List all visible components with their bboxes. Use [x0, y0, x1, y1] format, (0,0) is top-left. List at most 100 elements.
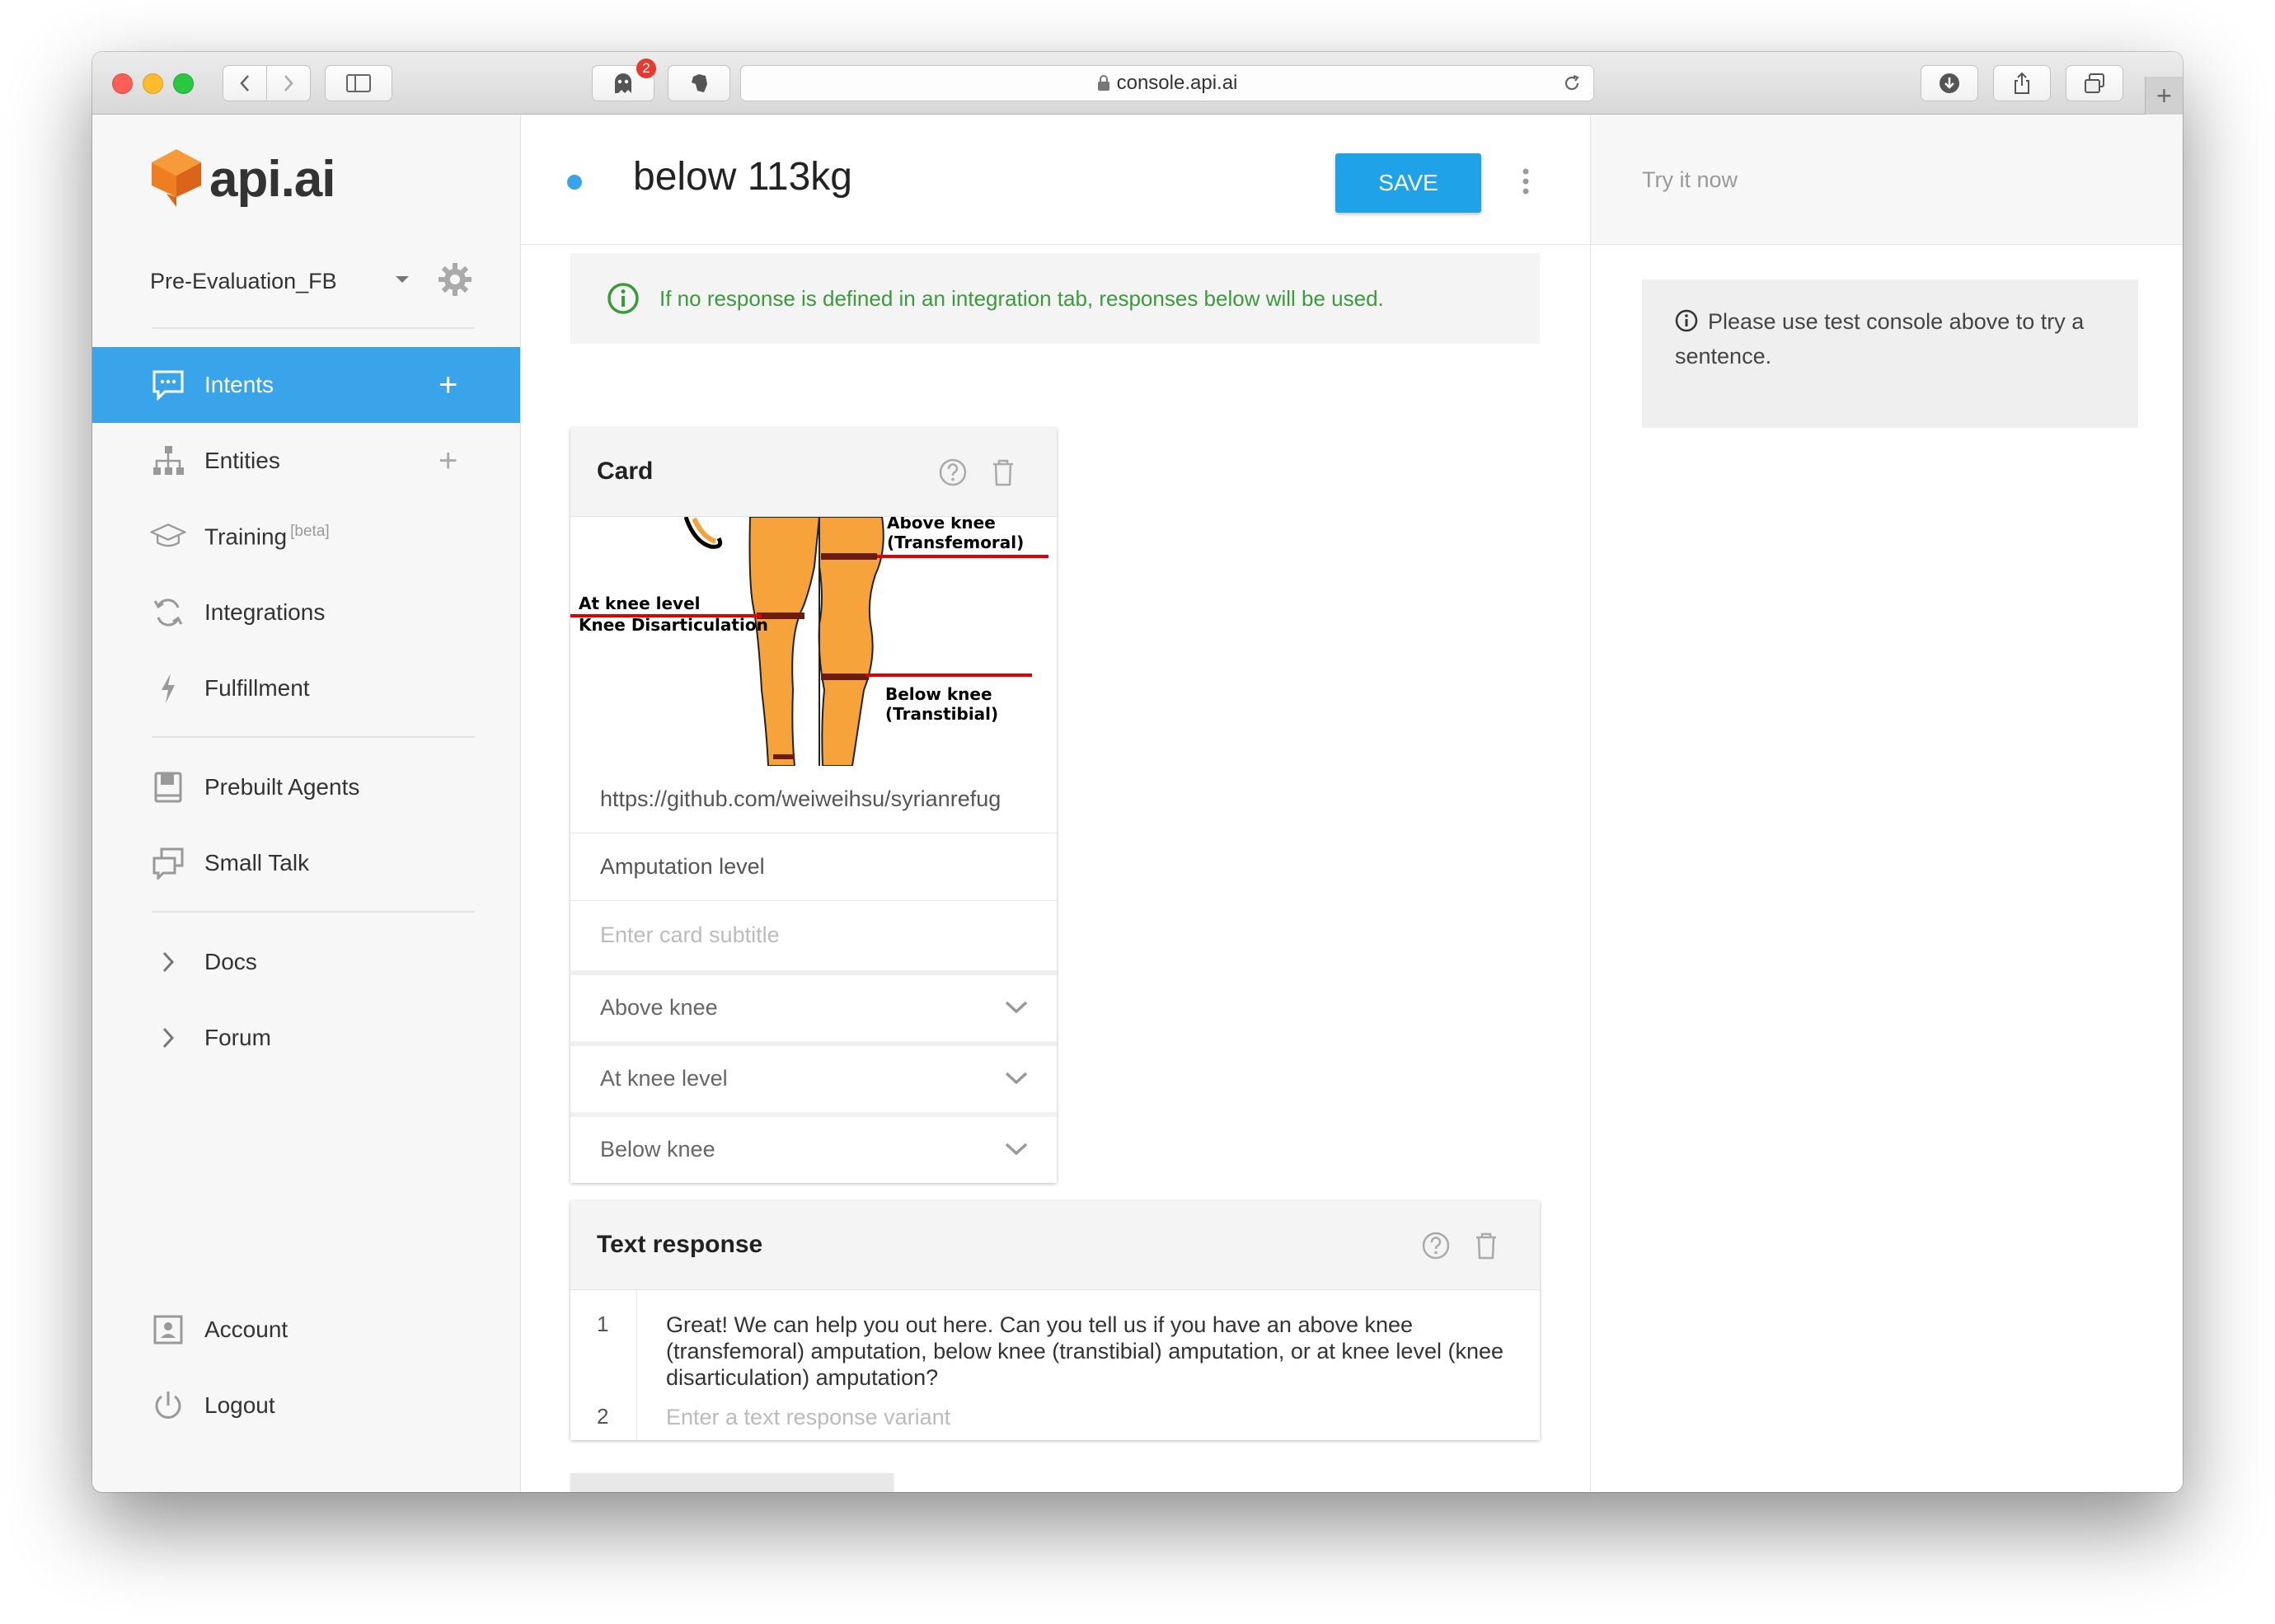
chevron-right-icon	[284, 75, 293, 92]
info-icon	[607, 283, 639, 314]
intent-header: below 113kg SAVE	[521, 115, 1590, 245]
new-tab-button[interactable]: +	[2145, 77, 2183, 115]
trash-icon[interactable]	[991, 458, 1016, 487]
label-transtibial: (Transtibial)	[885, 704, 998, 724]
card-button-below-knee[interactable]: Below knee	[570, 1112, 1057, 1181]
notification-badge: 2	[636, 59, 656, 78]
row-number: 2	[597, 1404, 609, 1429]
chevron-down-icon[interactable]	[1004, 1000, 1029, 1015]
help-icon[interactable]	[1421, 1231, 1451, 1260]
lightning-icon	[150, 670, 186, 706]
sidebar-item-label: Training	[204, 523, 288, 550]
chevron-down-icon[interactable]	[1004, 1071, 1029, 1086]
card-button-above-knee[interactable]: Above knee	[570, 970, 1057, 1040]
add-entity-button[interactable]: +	[439, 444, 457, 477]
close-window-button[interactable]	[112, 73, 133, 94]
chevron-down-icon[interactable]	[1004, 1142, 1029, 1157]
try-it-now-input[interactable]: Try it now	[1642, 167, 1738, 193]
text-response: Text response 1 Great! We can help you o…	[570, 1201, 1540, 1440]
zoom-window-button[interactable]	[173, 73, 194, 94]
amputation-diagram-image: Above knee (Transfemoral) At knee level …	[570, 517, 1057, 766]
minimize-window-button[interactable]	[143, 73, 163, 94]
card-image-url-field[interactable]: https://github.com/weiweihsu/syrianrefug	[570, 766, 1057, 833]
intent-editor: below 113kg SAVE If no response is defin…	[521, 115, 1590, 1492]
sidebar-item-label: Prebuilt Agents	[204, 774, 360, 800]
card-button-label: Above knee	[600, 994, 718, 1020]
card-button-label: Below knee	[600, 1136, 715, 1162]
sidebar-item-entities[interactable]: Entities +	[92, 423, 520, 499]
sidebar-item-label: Entities	[204, 448, 280, 473]
sidebar-item-account[interactable]: Account	[92, 1292, 520, 1368]
card-subtitle-field[interactable]: Enter card subtitle	[570, 901, 1057, 969]
sidebar-icon	[346, 74, 371, 92]
intent-title[interactable]: below 113kg	[633, 154, 852, 199]
text-response-variant[interactable]: Great! We can help you out here. Can you…	[666, 1312, 1507, 1391]
sidebar-divider	[152, 736, 475, 738]
sidebar-divider	[152, 327, 475, 329]
sidebar-item-docs[interactable]: Docs	[92, 924, 520, 1000]
evernote-extension-button[interactable]	[668, 65, 730, 101]
sidebar-item-small-talk[interactable]: Small Talk	[92, 825, 520, 901]
sidebar-item-integrations[interactable]: Integrations	[92, 575, 520, 650]
test-console-header: Try it now	[1591, 115, 2183, 245]
text-response-variant-input[interactable]: Enter a text response variant	[666, 1404, 1507, 1430]
trash-icon[interactable]	[1474, 1231, 1499, 1260]
back-button[interactable]	[223, 65, 267, 101]
tabs-icon	[2085, 73, 2104, 93]
status-dot	[567, 175, 582, 190]
url-text: console.api.ai	[1116, 72, 1238, 94]
sidebar-item-prebuilt-agents[interactable]: Prebuilt Agents	[92, 749, 520, 825]
user-square-icon	[150, 1312, 186, 1348]
logo-cube-icon	[152, 149, 201, 207]
downloads-button[interactable]	[1921, 65, 1978, 101]
agent-name: Pre-Evaluation_FB	[150, 268, 337, 293]
browser-window: 2 console.api.ai + api.ai Pre-Evaluation…	[92, 52, 2183, 1492]
card-button-at-knee-level[interactable]: At knee level	[570, 1041, 1057, 1110]
console-hint-text: Please use test console above to try a s…	[1675, 309, 2085, 368]
caret-down-icon[interactable]	[394, 275, 410, 284]
more-options-icon[interactable]	[1522, 167, 1530, 195]
forward-button[interactable]	[266, 65, 311, 101]
chat-bubble-icon	[150, 367, 186, 403]
sidebar-item-training[interactable]: Training [beta]	[92, 499, 520, 575]
save-button[interactable]: SAVE	[1335, 153, 1481, 213]
sidebar-item-intents[interactable]: Intents +	[92, 347, 520, 423]
card-title: Card	[597, 458, 654, 485]
label-knee-disarticulation: Knee Disarticulation	[579, 615, 768, 635]
lock-icon	[1097, 75, 1109, 91]
chat-squares-icon	[150, 845, 186, 881]
graduation-cap-icon	[150, 519, 186, 555]
sidebar-item-forum[interactable]: Forum	[92, 1000, 520, 1076]
reload-icon[interactable]	[1562, 73, 1582, 93]
sidebar-item-logout[interactable]: Logout	[92, 1368, 520, 1443]
add-intent-button[interactable]: +	[439, 368, 457, 401]
beta-badge: [beta]	[290, 523, 330, 541]
sidebar-item-label: Fulfillment	[204, 675, 310, 701]
add-message-content-button[interactable]: ADD MESSAGE CONTENT	[570, 1473, 894, 1492]
agent-selector[interactable]: Pre-Evaluation_FB	[150, 256, 480, 306]
text-response-header: Text response	[570, 1201, 1540, 1290]
api-ai-logo[interactable]: api.ai	[150, 148, 336, 210]
ghost-icon	[615, 73, 631, 93]
sidebar: api.ai Pre-Evaluation_FB Intents + Entit…	[92, 115, 521, 1492]
card-title-field[interactable]: Amputation level	[570, 833, 1057, 901]
info-icon	[1675, 309, 1698, 332]
chevron-right-icon	[150, 1020, 186, 1056]
sidebar-item-label: Intents	[204, 372, 274, 397]
sidebar-toggle-button[interactable]	[325, 65, 392, 101]
sync-icon	[150, 594, 186, 631]
legs-diagram: Above knee (Transfemoral) At knee level …	[570, 517, 1048, 766]
gear-icon[interactable]	[437, 261, 473, 298]
tabs-overview-button[interactable]	[2066, 65, 2123, 101]
help-icon[interactable]	[938, 458, 968, 487]
share-button[interactable]	[1993, 65, 2051, 101]
sidebar-item-label: Docs	[204, 949, 257, 974]
sidebar-item-fulfillment[interactable]: Fulfillment	[92, 650, 520, 726]
chevron-left-icon	[240, 75, 249, 92]
address-bar[interactable]: console.api.ai	[740, 65, 1594, 101]
sidebar-item-label: Account	[204, 1317, 288, 1342]
text-response-title: Text response	[597, 1231, 763, 1258]
download-icon	[1940, 73, 1959, 93]
card-response: Card Above knee (Transfemoral) At knee l…	[570, 428, 1057, 1183]
card-header: Card	[570, 428, 1057, 517]
